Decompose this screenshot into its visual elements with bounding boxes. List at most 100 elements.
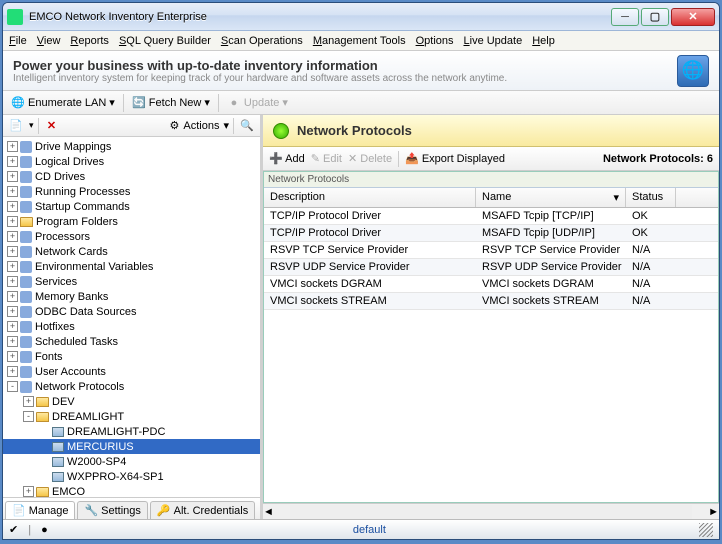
tree-item-program-folders[interactable]: +Program Folders: [3, 214, 260, 229]
item-icon: [20, 351, 32, 363]
main-toolbar: 🌐 Enumerate LAN ▾ 🔄 Fetch New ▾ ● Update…: [3, 91, 719, 115]
search-button[interactable]: 🔍: [238, 117, 256, 135]
expander-icon[interactable]: +: [7, 156, 18, 167]
table-row[interactable]: TCP/IP Protocol DriverMSAFD Tcpip [TCP/I…: [264, 208, 718, 225]
expander-icon[interactable]: +: [7, 231, 18, 242]
tree-item-mercurius[interactable]: MERCURIUS: [3, 439, 260, 454]
add-button[interactable]: ➕ Add: [269, 152, 305, 165]
tree-item-processors[interactable]: + Processors: [3, 229, 260, 244]
folder-icon: [36, 397, 49, 407]
item-icon: [20, 201, 32, 213]
col-name[interactable]: Name ▾: [476, 188, 626, 207]
expander-icon[interactable]: -: [7, 381, 18, 392]
tree-item-scheduled-tasks[interactable]: +Scheduled Tasks: [3, 334, 260, 349]
expander-icon[interactable]: +: [7, 306, 18, 317]
tree-item-dreamlight[interactable]: -DREAMLIGHT: [3, 409, 260, 424]
tab-manage[interactable]: 📄Manage: [5, 501, 75, 519]
tree-item-cd-drives[interactable]: + CD Drives: [3, 169, 260, 184]
expander-icon[interactable]: +: [7, 171, 18, 182]
titlebar[interactable]: EMCO Network Inventory Enterprise ─ ▢ ✕: [3, 3, 719, 31]
expander-icon[interactable]: +: [7, 141, 18, 152]
tree-item-drive-mappings[interactable]: +Drive Mappings: [3, 139, 260, 154]
close-button[interactable]: ✕: [671, 8, 715, 26]
tree-item-emco[interactable]: +EMCO: [3, 484, 260, 497]
tree-label: CD Drives: [35, 171, 85, 183]
table-row[interactable]: RSVP TCP Service ProviderRSVP TCP Servic…: [264, 242, 718, 259]
table-row[interactable]: VMCI sockets DGRAMVMCI sockets DGRAMN/A: [264, 276, 718, 293]
expander-icon[interactable]: +: [7, 291, 18, 302]
expander-icon[interactable]: +: [7, 321, 18, 332]
horizontal-scrollbar[interactable]: ◄ ►: [263, 503, 719, 519]
item-icon: [20, 306, 32, 318]
enumerate-lan-button[interactable]: 🌐 Enumerate LAN ▾: [7, 94, 119, 112]
tree-item-services[interactable]: +Services: [3, 274, 260, 289]
tab-alt-credentials[interactable]: 🔑Alt. Credentials: [150, 501, 255, 519]
tree-label: ODBC Data Sources: [35, 306, 136, 318]
tree-item-startup-commands[interactable]: +Startup Commands: [3, 199, 260, 214]
menu-options[interactable]: Options: [416, 35, 454, 47]
table-row[interactable]: TCP/IP Protocol DriverMSAFD Tcpip [UDP/I…: [264, 225, 718, 242]
tree-item-fonts[interactable]: +Fonts: [3, 349, 260, 364]
menu-reports[interactable]: Reports: [70, 35, 109, 47]
edit-button: ✎ Edit: [311, 152, 342, 165]
expander-icon[interactable]: +: [7, 246, 18, 257]
tree-item-network-cards[interactable]: +Network Cards: [3, 244, 260, 259]
scroll-left-icon[interactable]: ◄: [263, 506, 274, 518]
expander-icon[interactable]: +: [23, 396, 34, 407]
tree-item-hotfixes[interactable]: +Hotfixes: [3, 319, 260, 334]
new-node-button[interactable]: 📄: [7, 117, 25, 135]
menu-scan-operations[interactable]: Scan Operations: [221, 35, 303, 47]
update-button: ● Update ▾: [223, 94, 292, 112]
menu-file[interactable]: File: [9, 35, 27, 47]
tree-item-environmental-variables[interactable]: +Environmental Variables: [3, 259, 260, 274]
tree-item-memory-banks[interactable]: +Memory Banks: [3, 289, 260, 304]
actions-button[interactable]: Actions: [183, 120, 219, 132]
resize-grip[interactable]: [699, 523, 713, 537]
tree-item-running-processes[interactable]: +Running Processes: [3, 184, 260, 199]
group-header[interactable]: Network Protocols: [264, 172, 718, 188]
expander-icon[interactable]: +: [23, 486, 34, 497]
delete-node-button[interactable]: ✕: [43, 117, 61, 135]
tree-item-logical-drives[interactable]: +Logical Drives: [3, 154, 260, 169]
expander-icon[interactable]: +: [7, 261, 18, 272]
nav-tree[interactable]: +Drive Mappings+Logical Drives+CD Drives…: [3, 137, 260, 497]
menu-management-tools[interactable]: Management Tools: [313, 35, 406, 47]
table-row[interactable]: VMCI sockets STREAMVMCI sockets STREAMN/…: [264, 293, 718, 310]
scroll-right-icon[interactable]: ►: [708, 506, 719, 518]
expander-icon[interactable]: +: [7, 366, 18, 377]
tree-item-dreamlight-pdc[interactable]: DREAMLIGHT-PDC: [3, 424, 260, 439]
item-icon: [20, 381, 32, 393]
tab-settings[interactable]: 🔧Settings: [77, 501, 147, 519]
menu-live-update[interactable]: Live Update: [464, 35, 523, 47]
tree-item-network-protocols[interactable]: - Network Protocols: [3, 379, 260, 394]
menubar[interactable]: File View Reports SQL Query Builder Scan Ope…: [3, 31, 719, 51]
expander-icon[interactable]: +: [7, 216, 18, 227]
tree-item-odbc-data-sources[interactable]: + ODBC Data Sources: [3, 304, 260, 319]
tree-label: Processors: [35, 231, 90, 243]
tree-label: Network Protocols: [35, 381, 124, 393]
col-status[interactable]: Status: [626, 188, 676, 207]
tree-item-wxppro-x64-sp1[interactable]: WXPPRO-X64-SP1: [3, 469, 260, 484]
fetch-new-button[interactable]: 🔄 Fetch New ▾: [128, 94, 214, 112]
expander-icon[interactable]: +: [7, 336, 18, 347]
item-icon: [20, 276, 32, 288]
expander-icon[interactable]: +: [7, 351, 18, 362]
menu-help[interactable]: Help: [532, 35, 555, 47]
tree-item-dev[interactable]: +DEV: [3, 394, 260, 409]
grid-header[interactable]: Description Name ▾ Status: [264, 188, 718, 208]
expander-icon[interactable]: +: [7, 186, 18, 197]
data-grid[interactable]: Network Protocols Description Name ▾ Sta…: [263, 171, 719, 503]
menu-view[interactable]: View: [37, 35, 61, 47]
maximize-button[interactable]: ▢: [641, 8, 669, 26]
expander-icon[interactable]: +: [7, 276, 18, 287]
menu-sql-query-builder[interactable]: SQL Query Builder: [119, 35, 211, 47]
expander-icon[interactable]: -: [23, 411, 34, 422]
minimize-button[interactable]: ─: [611, 8, 639, 26]
tab-icon: 🔧: [84, 504, 98, 517]
expander-icon[interactable]: +: [7, 201, 18, 212]
tree-item-user-accounts[interactable]: +User Accounts: [3, 364, 260, 379]
export-button[interactable]: 📤 Export Displayed: [405, 152, 505, 165]
col-description[interactable]: Description: [264, 188, 476, 207]
tree-item-w2000-sp4[interactable]: W2000-SP4: [3, 454, 260, 469]
table-row[interactable]: RSVP UDP Service ProviderRSVP UDP Servic…: [264, 259, 718, 276]
